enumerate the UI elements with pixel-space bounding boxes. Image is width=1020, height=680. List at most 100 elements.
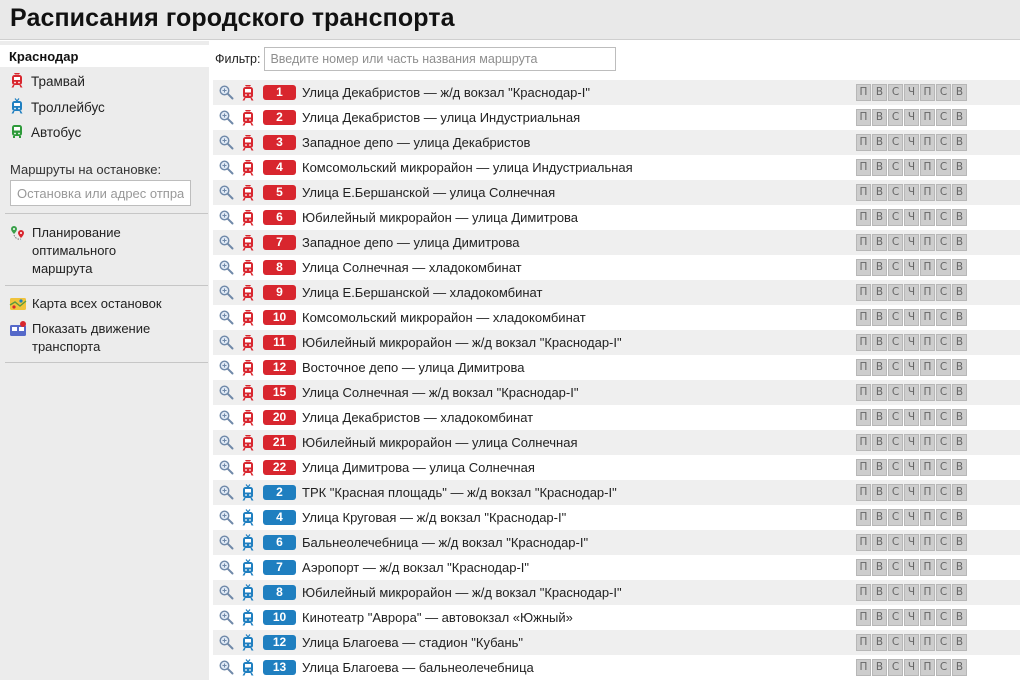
weekday-button[interactable]: В bbox=[952, 209, 967, 226]
weekday-button[interactable]: С bbox=[936, 134, 951, 151]
weekday-button[interactable]: В bbox=[952, 159, 967, 176]
route-map-zoom-icon[interactable] bbox=[218, 409, 234, 425]
weekday-button[interactable]: В bbox=[872, 359, 887, 376]
weekday-button[interactable]: Ч bbox=[904, 484, 919, 501]
weekday-button[interactable]: С bbox=[936, 509, 951, 526]
weekday-button[interactable]: П bbox=[856, 259, 871, 276]
route-name-link[interactable]: Бальнеолечебница — ж/д вокзал "Краснодар… bbox=[302, 535, 588, 550]
route-map-zoom-icon[interactable] bbox=[218, 84, 234, 100]
weekday-button[interactable]: В bbox=[872, 409, 887, 426]
route-name-link[interactable]: Юбилейный микрорайон — улица Солнечная bbox=[302, 435, 577, 450]
weekday-button[interactable]: С bbox=[888, 659, 903, 676]
stop-search-input[interactable] bbox=[10, 180, 191, 206]
route-row[interactable]: 22 Улица Димитрова — улица Солнечная П В С Ч П… bbox=[213, 455, 1020, 480]
weekday-button[interactable]: П bbox=[856, 159, 871, 176]
weekday-button[interactable]: П bbox=[920, 559, 935, 576]
route-map-zoom-icon[interactable] bbox=[218, 134, 234, 150]
route-number-badge[interactable]: 4 bbox=[263, 510, 296, 525]
route-row[interactable]: 20 Улица Декабристов — хладокомбинат П В С Ч П… bbox=[213, 405, 1020, 430]
weekday-button[interactable]: С bbox=[936, 559, 951, 576]
route-number-badge[interactable]: 13 bbox=[263, 660, 296, 675]
route-map-zoom-icon[interactable] bbox=[218, 384, 234, 400]
route-number-badge[interactable]: 3 bbox=[263, 135, 296, 150]
route-number-badge[interactable]: 1 bbox=[263, 85, 296, 100]
route-row[interactable]: 5 Улица Е.Бершанской — улица Солнечная П В С… bbox=[213, 180, 1020, 205]
weekday-button[interactable]: С bbox=[888, 234, 903, 251]
weekday-button[interactable]: Ч bbox=[904, 559, 919, 576]
weekday-button[interactable]: Ч bbox=[904, 84, 919, 101]
weekday-button[interactable]: П bbox=[920, 634, 935, 651]
weekday-button[interactable]: С bbox=[936, 309, 951, 326]
weekday-button[interactable]: Ч bbox=[904, 234, 919, 251]
weekday-button[interactable]: С bbox=[888, 259, 903, 276]
weekday-button[interactable]: В bbox=[952, 309, 967, 326]
city-selector[interactable]: Краснодар bbox=[0, 45, 209, 67]
route-row[interactable]: 11 Юбилейный микрорайон — ж/д вокзал "Кра… bbox=[213, 330, 1020, 355]
weekday-button[interactable]: В bbox=[952, 259, 967, 276]
weekday-button[interactable]: П bbox=[856, 609, 871, 626]
weekday-button[interactable]: Ч bbox=[904, 109, 919, 126]
route-map-zoom-icon[interactable] bbox=[218, 459, 234, 475]
weekday-button[interactable]: В bbox=[952, 359, 967, 376]
route-row[interactable]: 1 Улица Декабристов — ж/д вокзал "Краснод… bbox=[213, 80, 1020, 105]
route-row[interactable]: 10 Кинотеатр "Аврора" — автовокзал «Южный… bbox=[213, 605, 1020, 630]
weekday-button[interactable]: В bbox=[872, 634, 887, 651]
route-number-badge[interactable]: 6 bbox=[263, 535, 296, 550]
route-row[interactable]: 6 Бальнеолечебница — ж/д вокзал "Краснода… bbox=[213, 530, 1020, 555]
route-row[interactable]: 15 Улица Солнечная — ж/д вокзал "Краснода… bbox=[213, 380, 1020, 405]
weekday-button[interactable]: П bbox=[920, 609, 935, 626]
weekday-button[interactable]: Ч bbox=[904, 384, 919, 401]
route-name-link[interactable]: Улица Е.Бершанской — улица Солнечная bbox=[302, 185, 555, 200]
weekday-button[interactable]: В bbox=[952, 634, 967, 651]
weekday-button[interactable]: С bbox=[936, 584, 951, 601]
weekday-button[interactable]: Ч bbox=[904, 309, 919, 326]
route-row[interactable]: 7 Западное депо — улица Димитрова П В С Ч П С В bbox=[213, 230, 1020, 255]
route-map-zoom-icon[interactable] bbox=[218, 309, 234, 325]
weekday-button[interactable]: С bbox=[936, 484, 951, 501]
weekday-button[interactable]: С bbox=[936, 234, 951, 251]
route-row[interactable]: 3 Западное депо — улица Декабристов П В С Ч П С… bbox=[213, 130, 1020, 155]
route-row[interactable]: 21 Юбилейный микрорайон — улица Солнечная… bbox=[213, 430, 1020, 455]
route-name-link[interactable]: Улица Солнечная — хладокомбинат bbox=[302, 260, 522, 275]
weekday-button[interactable]: П bbox=[920, 584, 935, 601]
weekday-button[interactable]: В bbox=[952, 134, 967, 151]
route-planner-link[interactable]: Планирование оптимального маршрута bbox=[9, 224, 199, 278]
weekday-button[interactable]: В bbox=[872, 84, 887, 101]
weekday-button[interactable]: С bbox=[888, 184, 903, 201]
route-name-link[interactable]: Улица Благоева — бальнеолечебница bbox=[302, 660, 534, 675]
weekday-button[interactable]: Ч bbox=[904, 134, 919, 151]
weekday-button[interactable]: П bbox=[856, 434, 871, 451]
weekday-button[interactable]: П bbox=[920, 484, 935, 501]
weekday-button[interactable]: В bbox=[952, 459, 967, 476]
route-map-zoom-icon[interactable] bbox=[218, 359, 234, 375]
weekday-button[interactable]: В bbox=[952, 659, 967, 676]
weekday-button[interactable]: П bbox=[856, 484, 871, 501]
weekday-button[interactable]: В bbox=[872, 459, 887, 476]
weekday-button[interactable]: В bbox=[872, 284, 887, 301]
route-row[interactable]: 9 Улица Е.Бершанской — хладокомбинат П В С Ч П… bbox=[213, 280, 1020, 305]
weekday-button[interactable]: С bbox=[888, 109, 903, 126]
weekday-button[interactable]: В bbox=[952, 409, 967, 426]
route-name-link[interactable]: Юбилейный микрорайон — улица Димитрова bbox=[302, 210, 578, 225]
weekday-button[interactable]: С bbox=[936, 534, 951, 551]
weekday-button[interactable]: П bbox=[920, 84, 935, 101]
weekday-button[interactable]: В bbox=[872, 559, 887, 576]
route-number-badge[interactable]: 21 bbox=[263, 435, 296, 450]
weekday-button[interactable]: Ч bbox=[904, 634, 919, 651]
route-number-badge[interactable]: 11 bbox=[263, 335, 296, 350]
route-number-badge[interactable]: 4 bbox=[263, 160, 296, 175]
weekday-button[interactable]: С bbox=[888, 609, 903, 626]
weekday-button[interactable]: С bbox=[888, 509, 903, 526]
weekday-button[interactable]: С bbox=[936, 434, 951, 451]
route-name-link[interactable]: Юбилейный микрорайон — ж/д вокзал "Красн… bbox=[302, 335, 622, 350]
weekday-button[interactable]: С bbox=[888, 584, 903, 601]
weekday-button[interactable]: П bbox=[856, 309, 871, 326]
route-map-zoom-icon[interactable] bbox=[218, 534, 234, 550]
weekday-button[interactable]: П bbox=[856, 334, 871, 351]
weekday-button[interactable]: С bbox=[888, 209, 903, 226]
weekday-button[interactable]: П bbox=[920, 334, 935, 351]
weekday-button[interactable]: С bbox=[888, 309, 903, 326]
route-row[interactable]: 8 Улица Солнечная — хладокомбинат П В С Ч П С В bbox=[213, 255, 1020, 280]
weekday-button[interactable]: П bbox=[856, 509, 871, 526]
route-name-link[interactable]: Кинотеатр "Аврора" — автовокзал «Южный» bbox=[302, 610, 573, 625]
